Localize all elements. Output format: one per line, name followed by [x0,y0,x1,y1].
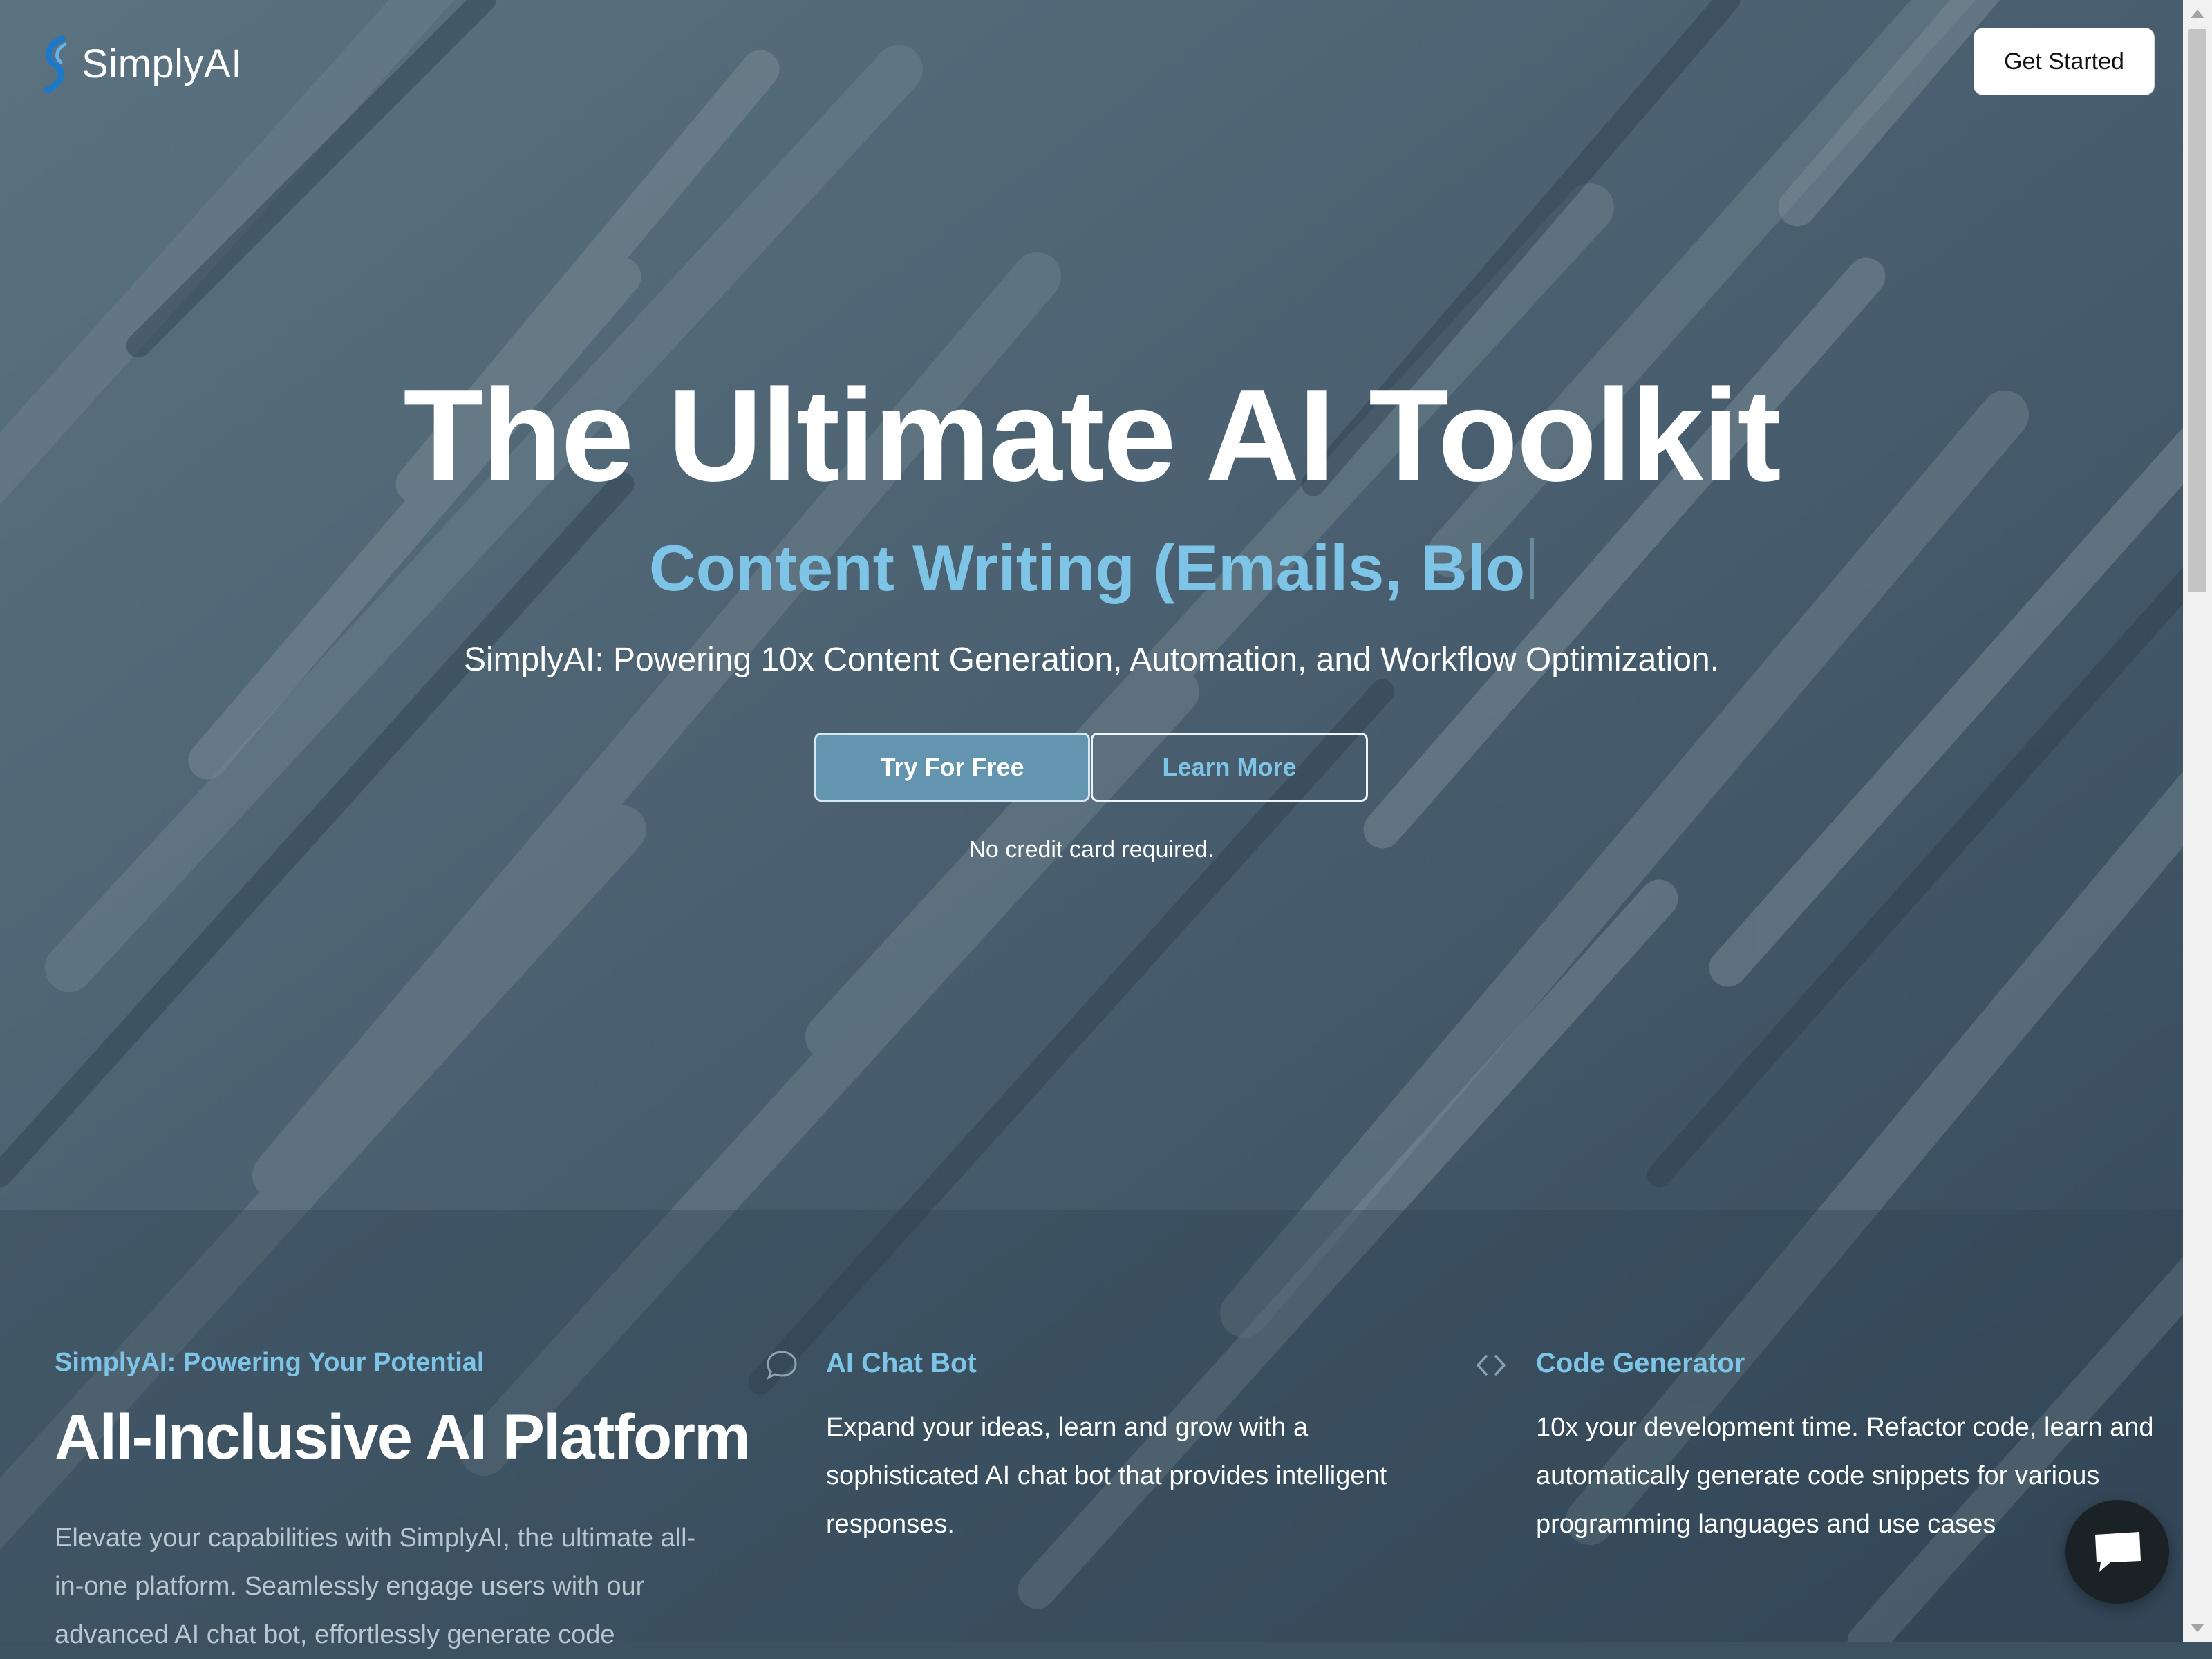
page-scrollbar[interactable] [2183,0,2212,1642]
chat-icon [2095,1532,2141,1572]
typed-text: Content Writing (Emails, Blo [648,532,1526,604]
code-brackets-icon [1477,1355,1506,1376]
chat-widget-button[interactable] [2065,1500,2169,1604]
hero-title: The Ultimate AI Toolkit [403,362,1781,509]
try-for-free-button[interactable]: Try For Free [814,733,1090,802]
learn-more-button[interactable]: Learn More [1091,733,1368,802]
scroll-down-arrow-icon[interactable] [2191,1624,2204,1632]
scrollbar-thumb[interactable] [2188,29,2206,592]
typing-caret [1530,538,1535,599]
card-title-ai-chat-bot: AI Chat Bot [826,1348,977,1378]
features-title: All-Inclusive AI Platform [55,1402,751,1472]
scroll-up-arrow-icon[interactable] [2191,10,2204,18]
hero-subtitle: SimplyAI: Powering 10x Content Generatio… [463,641,1719,678]
logo-icon [44,35,67,93]
get-started-button[interactable]: Get Started [1974,28,2155,95]
features-kicker: SimplyAI: Powering Your Potential [55,1348,485,1377]
card-description-code-generator: 10x your development time. Refactor code… [1536,1413,2154,1539]
card-description-ai-chat-bot: Expand your ideas, learn and grow with a… [826,1413,1387,1539]
brand-name: SimplyAI [82,41,243,86]
brand-logo[interactable]: SimplyAI [37,33,243,94]
card-title-code-generator: Code Generator [1536,1348,1745,1378]
no-credit-card-note: No credit card required. [968,836,1215,863]
features-description: Elevate your capabilities with SimplyAI,… [55,1524,696,1649]
hero-typed-line: Content Writing (Emails, Blo [0,527,2183,610]
chat-bubble-icon [767,1351,797,1380]
page: SimplyAI Get Started The Ultimate AI Too… [0,0,2183,1649]
